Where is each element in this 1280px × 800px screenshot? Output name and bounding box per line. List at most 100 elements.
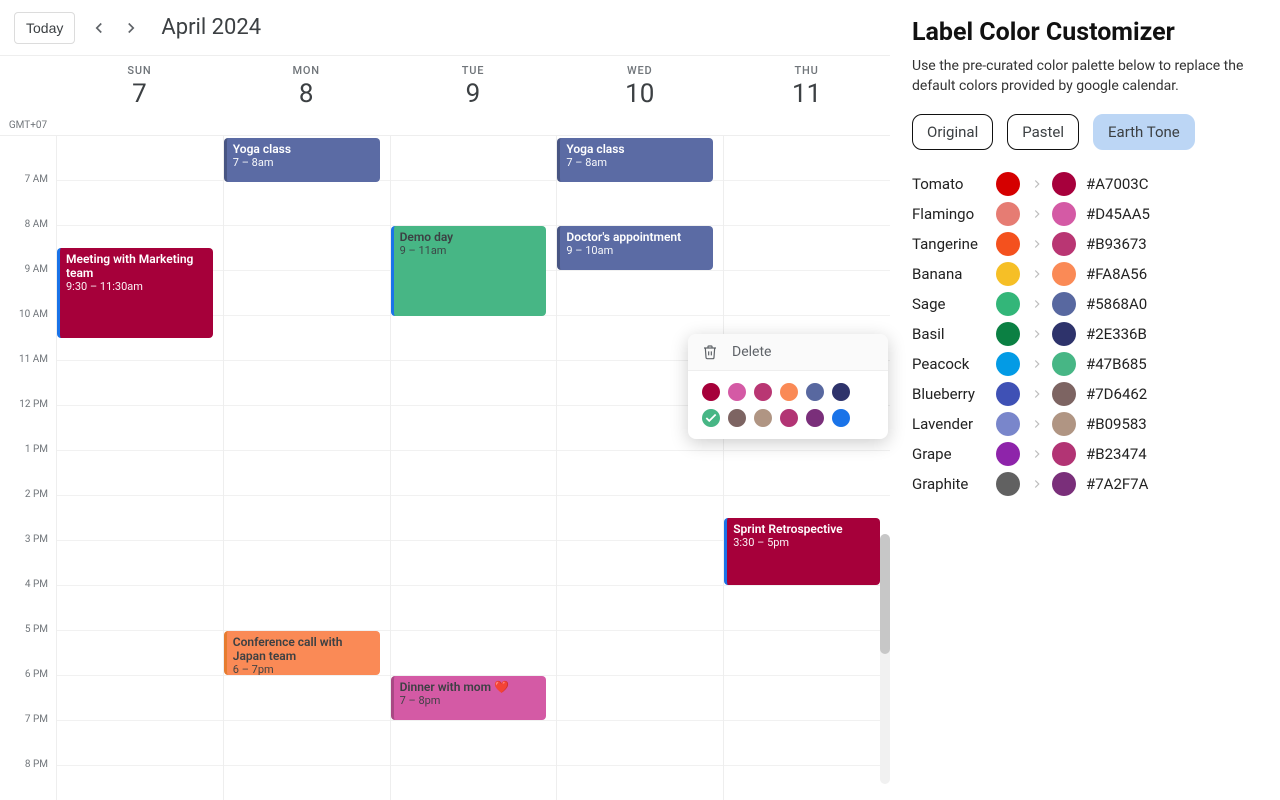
event-time: 6 – 7pm bbox=[233, 663, 374, 675]
day-header[interactable]: TUE9 bbox=[390, 56, 557, 135]
color-to-swatch[interactable] bbox=[1052, 382, 1076, 406]
day-column[interactable]: Demo day9 – 11am Dinner with mom ❤️7 – 8p… bbox=[390, 136, 557, 800]
mapping-label: Basil bbox=[912, 325, 992, 343]
event-time: 7 – 8pm bbox=[400, 694, 541, 707]
day-column[interactable]: Yoga class7 – 8am Conference call with Ja… bbox=[223, 136, 390, 800]
event-yoga_thu[interactable]: Yoga class7 – 8am bbox=[557, 138, 713, 182]
color-to-swatch[interactable] bbox=[1052, 322, 1076, 346]
timezone-label: GMT+07 bbox=[0, 56, 56, 135]
color-from-swatch[interactable] bbox=[996, 202, 1020, 226]
mapping-label: Grape bbox=[912, 445, 992, 463]
color-from-swatch[interactable] bbox=[996, 322, 1020, 346]
event-time: 7 – 8am bbox=[233, 156, 374, 169]
hex-value: #5868A0 bbox=[1086, 295, 1258, 313]
day-column[interactable]: Meeting with Marketing team9:30 – 11:30a… bbox=[56, 136, 223, 800]
hour-label: 10 AM bbox=[19, 309, 48, 320]
day-column[interactable]: Sprint Retrospective3:30 – 5pm bbox=[723, 136, 890, 800]
delete-button[interactable]: Delete bbox=[688, 334, 888, 371]
color-from-swatch[interactable] bbox=[996, 442, 1020, 466]
next-arrow[interactable] bbox=[115, 12, 147, 44]
swatch-0[interactable] bbox=[702, 383, 720, 401]
hour-labels: 7 AM8 AM9 AM10 AM11 AM12 PM1 PM2 PM3 PM4… bbox=[0, 136, 56, 800]
day-header[interactable]: THU11 bbox=[723, 56, 890, 135]
tab-pastel[interactable]: Pastel bbox=[1007, 114, 1079, 150]
color-to-swatch[interactable] bbox=[1052, 352, 1076, 376]
tab-original[interactable]: Original bbox=[912, 114, 993, 150]
color-from-swatch[interactable] bbox=[996, 382, 1020, 406]
trash-icon bbox=[702, 344, 718, 360]
dow-label: TUE bbox=[462, 64, 485, 77]
day-header[interactable]: SUN7 bbox=[56, 56, 223, 135]
hour-label: 6 PM bbox=[25, 669, 48, 680]
event-yoga_tue[interactable]: Yoga class7 – 8am bbox=[224, 138, 380, 182]
hex-value: #A7003C bbox=[1086, 175, 1258, 193]
day-column[interactable]: Yoga class7 – 8am Doctor's appointment9 –… bbox=[556, 136, 723, 800]
tab-earth-tone[interactable]: Earth Tone bbox=[1093, 114, 1195, 150]
hex-value: #FA8A56 bbox=[1086, 265, 1258, 283]
event-time: 7 – 8am bbox=[566, 156, 707, 169]
color-to-swatch[interactable] bbox=[1052, 292, 1076, 316]
mapping-label: Banana bbox=[912, 265, 992, 283]
hex-value: #7A2F7A bbox=[1086, 475, 1258, 493]
prev-arrow[interactable] bbox=[83, 12, 115, 44]
color-to-swatch[interactable] bbox=[1052, 472, 1076, 496]
swatch-7[interactable] bbox=[728, 409, 746, 427]
dow-label: MON bbox=[292, 64, 319, 77]
color-from-swatch[interactable] bbox=[996, 472, 1020, 496]
hex-value: #B23474 bbox=[1086, 445, 1258, 463]
hour-label: 1 PM bbox=[25, 444, 48, 455]
event-dinner[interactable]: Dinner with mom ❤️7 – 8pm bbox=[391, 676, 547, 720]
event-sprint[interactable]: Sprint Retrospective3:30 – 5pm bbox=[724, 518, 880, 585]
color-from-swatch[interactable] bbox=[996, 172, 1020, 196]
day-header[interactable]: MON8 bbox=[223, 56, 390, 135]
delete-label: Delete bbox=[732, 344, 771, 360]
event-title: Meeting with Marketing team bbox=[66, 252, 207, 280]
color-to-swatch[interactable] bbox=[1052, 412, 1076, 436]
scrollbar[interactable] bbox=[880, 534, 890, 784]
panel-title: Label Color Customizer bbox=[912, 18, 1258, 47]
swatch-6[interactable] bbox=[702, 409, 720, 427]
swatch-4[interactable] bbox=[806, 383, 824, 401]
mapping-row: Tomato #A7003C bbox=[912, 172, 1258, 196]
event-demo[interactable]: Demo day9 – 11am bbox=[391, 226, 547, 316]
swatch-3[interactable] bbox=[780, 383, 798, 401]
mapping-row: Grape #B23474 bbox=[912, 442, 1258, 466]
event-marketing[interactable]: Meeting with Marketing team9:30 – 11:30a… bbox=[57, 248, 213, 338]
hour-label: 2 PM bbox=[25, 489, 48, 500]
hour-label: 7 PM bbox=[25, 714, 48, 725]
event-confcall[interactable]: Conference call with Japan team6 – 7pm bbox=[224, 631, 380, 675]
hex-value: #47B685 bbox=[1086, 355, 1258, 373]
mapping-row: Basil #2E336B bbox=[912, 322, 1258, 346]
swatch-10[interactable] bbox=[806, 409, 824, 427]
swatch-11[interactable] bbox=[832, 409, 850, 427]
day-columns: Meeting with Marketing team9:30 – 11:30a… bbox=[56, 136, 890, 800]
color-to-swatch[interactable] bbox=[1052, 172, 1076, 196]
color-from-swatch[interactable] bbox=[996, 232, 1020, 256]
calendar-grid[interactable]: 7 AM8 AM9 AM10 AM11 AM12 PM1 PM2 PM3 PM4… bbox=[0, 136, 890, 800]
color-to-swatch[interactable] bbox=[1052, 202, 1076, 226]
today-button[interactable]: Today bbox=[14, 12, 75, 44]
swatch-5[interactable] bbox=[832, 383, 850, 401]
swatch-1[interactable] bbox=[728, 383, 746, 401]
daynum-label: 11 bbox=[792, 79, 821, 109]
color-from-swatch[interactable] bbox=[996, 262, 1020, 286]
event-title: Conference call with Japan team bbox=[233, 635, 374, 663]
chevron-right-icon bbox=[1026, 477, 1048, 491]
event-doctor[interactable]: Doctor's appointment9 – 10am bbox=[557, 226, 713, 270]
color-from-swatch[interactable] bbox=[996, 292, 1020, 316]
chevron-right-icon bbox=[1026, 237, 1048, 251]
event-title: Yoga class bbox=[233, 142, 374, 156]
event-time: 9 – 10am bbox=[566, 244, 707, 257]
day-header[interactable]: WED10 bbox=[556, 56, 723, 135]
mapping-row: Peacock #47B685 bbox=[912, 352, 1258, 376]
color-to-swatch[interactable] bbox=[1052, 232, 1076, 256]
color-from-swatch[interactable] bbox=[996, 412, 1020, 436]
mapping-label: Lavender bbox=[912, 415, 992, 433]
swatch-8[interactable] bbox=[754, 409, 772, 427]
color-to-swatch[interactable] bbox=[1052, 442, 1076, 466]
swatch-2[interactable] bbox=[754, 383, 772, 401]
scrollbar-thumb[interactable] bbox=[880, 534, 890, 654]
color-to-swatch[interactable] bbox=[1052, 262, 1076, 286]
color-from-swatch[interactable] bbox=[996, 352, 1020, 376]
swatch-9[interactable] bbox=[780, 409, 798, 427]
